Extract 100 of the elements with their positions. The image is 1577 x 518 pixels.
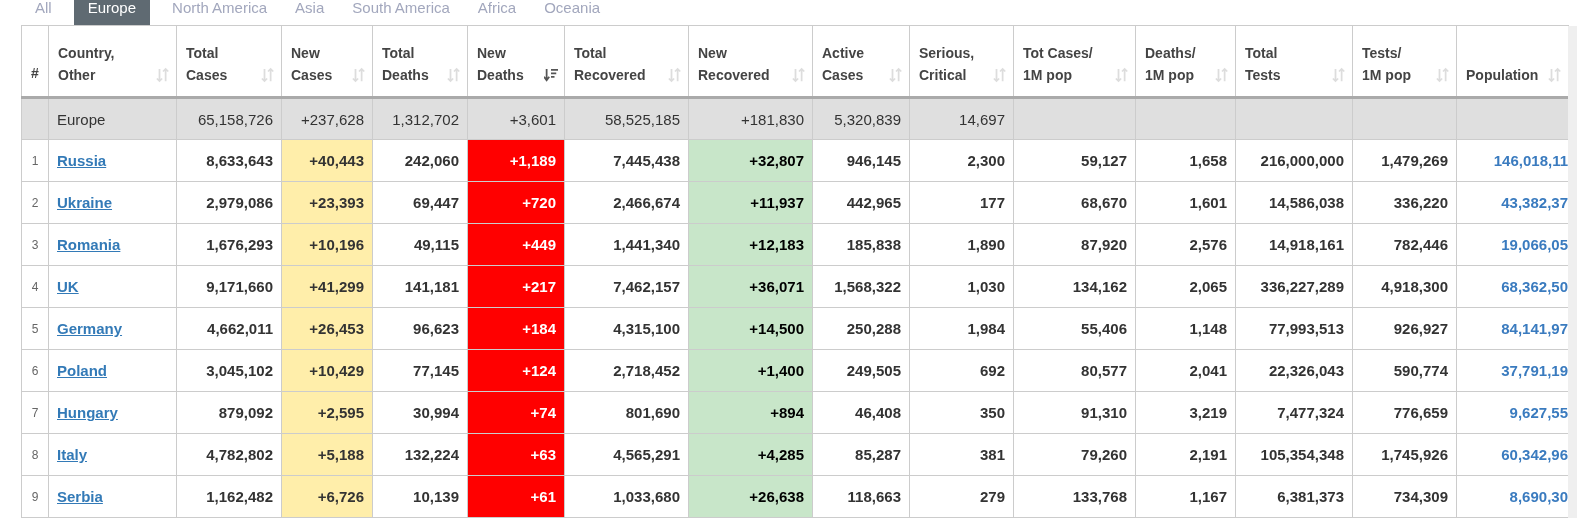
- table-cell: +74: [530, 404, 556, 421]
- table-cell: 49,115: [413, 236, 459, 253]
- table-cell: 4,918,300: [1381, 278, 1448, 295]
- sort-icon[interactable]: [668, 67, 682, 83]
- row-number: 8: [31, 447, 39, 462]
- country-link[interactable]: UK: [57, 278, 79, 295]
- table-cell: 3,219: [1189, 404, 1227, 421]
- sort-icon[interactable]: [1332, 67, 1346, 83]
- table-cell: 442,965: [846, 194, 901, 211]
- sort-icon[interactable]: [889, 67, 903, 83]
- country-link[interactable]: Russia: [57, 152, 107, 169]
- table-cell: +61: [530, 488, 556, 505]
- sort-icon[interactable]: [261, 67, 275, 83]
- table-cell: 279: [979, 488, 1005, 505]
- country-link[interactable]: Romania: [57, 236, 121, 253]
- table-cell: 132,224: [404, 446, 459, 463]
- table-cell: 46,408: [855, 404, 901, 421]
- scrollbar-track[interactable]: [1568, 26, 1577, 518]
- table-cell: 22,326,043: [1268, 362, 1344, 379]
- table-cell: +3,601: [509, 110, 556, 128]
- sort-icon[interactable]: [1215, 67, 1229, 83]
- sort-icon[interactable]: [993, 67, 1007, 83]
- table-cell: 8,690,30: [1509, 488, 1568, 505]
- table-cell: 87,920: [1081, 236, 1127, 253]
- table-cell: 2,191: [1189, 446, 1227, 463]
- table-cell: +26,453: [309, 320, 364, 337]
- table-cell: +181,830: [741, 110, 804, 128]
- table-cell: +5,188: [317, 446, 364, 463]
- table-cell: 80,577: [1081, 362, 1127, 379]
- table-cell: 14,586,038: [1268, 194, 1344, 211]
- table-cell: +6,726: [317, 488, 364, 505]
- country-link[interactable]: Ukraine: [57, 194, 113, 211]
- table-cell: 1,148: [1189, 320, 1227, 337]
- table-cell: +720: [522, 194, 556, 211]
- table-cell: 77,993,513: [1268, 320, 1344, 337]
- table-cell: +894: [770, 404, 804, 421]
- table-cell: 801,690: [625, 404, 680, 421]
- row-number: 4: [31, 279, 39, 294]
- table-cell: 692: [979, 362, 1005, 379]
- table-cell: 776,659: [1393, 404, 1448, 421]
- table-cell: 2,718,452: [613, 362, 680, 379]
- table-cell: 37,791,19: [1501, 362, 1568, 379]
- table-cell: 85,287: [855, 446, 901, 463]
- table-cell: 6,381,373: [1277, 488, 1344, 505]
- sort-icon[interactable]: [352, 67, 366, 83]
- row-number: 6: [31, 363, 39, 378]
- table-cell: 133,768: [1072, 488, 1127, 505]
- table-cell: +12,183: [749, 236, 804, 253]
- table-cell: 2,466,674: [613, 194, 680, 211]
- table-cell: 1,479,269: [1381, 152, 1448, 169]
- row-number: 3: [31, 237, 39, 252]
- table-cell: 30,994: [413, 404, 459, 421]
- table-cell: 1,568,322: [834, 278, 901, 295]
- table-cell: 1,601: [1189, 194, 1227, 211]
- table-cell: 69,447: [413, 194, 459, 211]
- table-cell: 1,984: [967, 320, 1005, 337]
- table-cell: 2,300: [967, 152, 1005, 169]
- table-cell: 79,260: [1081, 446, 1127, 463]
- table-cell: 91,310: [1081, 404, 1127, 421]
- table-cell: 4,782,802: [206, 446, 273, 463]
- table-cell: 105,354,348: [1260, 446, 1344, 463]
- table-cell: +36,071: [749, 278, 804, 295]
- country-link[interactable]: Hungary: [57, 404, 118, 421]
- table-cell: 381: [979, 446, 1005, 463]
- sort-icon[interactable]: [792, 67, 806, 83]
- region-tab[interactable]: Europe: [73, 0, 151, 25]
- table-cell: 185,838: [846, 236, 901, 253]
- sort-icon[interactable]: [447, 67, 461, 83]
- country-link[interactable]: Serbia: [57, 488, 103, 505]
- country-link[interactable]: Poland: [57, 362, 107, 379]
- sort-descending-icon[interactable]: [544, 67, 558, 83]
- table-cell: 1,033,680: [613, 488, 680, 505]
- table-cell: 7,462,157: [613, 278, 680, 295]
- table-cell: 65,158,726: [197, 110, 273, 128]
- table-cell: +23,393: [309, 194, 364, 211]
- table-cell: +32,807: [749, 152, 804, 169]
- table-cell: +217: [522, 278, 556, 295]
- table-cell: 4,315,100: [613, 320, 680, 337]
- table-cell: 68,670: [1081, 194, 1127, 211]
- table-cell: 14,697: [959, 110, 1005, 128]
- table-cell: 2,065: [1189, 278, 1227, 295]
- sort-icon[interactable]: [156, 67, 170, 83]
- table-cell: 4,565,291: [613, 446, 680, 463]
- sort-icon[interactable]: [1115, 67, 1129, 83]
- table-cell: 336,220: [1393, 194, 1448, 211]
- table-cell: 926,927: [1393, 320, 1448, 337]
- table-cell: 1,658: [1189, 152, 1227, 169]
- row-number: 9: [31, 489, 39, 504]
- table-cell: 1,030: [967, 278, 1005, 295]
- table-cell: Europe: [57, 110, 106, 128]
- table-cell: 879,092: [218, 404, 273, 421]
- table-cell: 141,181: [404, 278, 459, 295]
- sort-icon[interactable]: [1436, 67, 1450, 83]
- country-link[interactable]: Italy: [57, 446, 87, 463]
- table-cell: +4,285: [757, 446, 804, 463]
- table-cell: 14,918,161: [1268, 236, 1344, 253]
- table-cell: 59,127: [1081, 152, 1127, 169]
- row-number: 7: [31, 405, 39, 420]
- table-cell: 1,312,702: [392, 110, 459, 128]
- sort-icon[interactable]: [1548, 67, 1562, 83]
